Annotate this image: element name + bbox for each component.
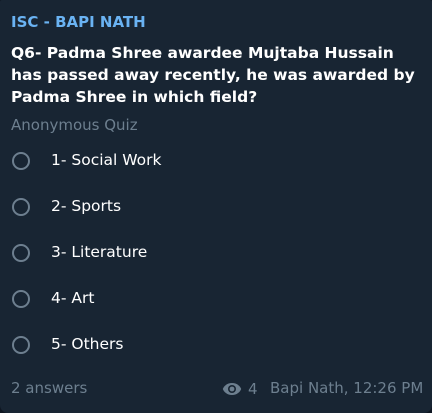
- quiz-option-1[interactable]: 1- Social Work: [0, 144, 432, 184]
- message-bubble: ISC - BAPI NATH Q6- Padma Shree awardee …: [0, 0, 432, 413]
- answers-count[interactable]: 2 answers: [11, 379, 87, 397]
- quiz-option-2[interactable]: 2- Sports: [0, 190, 432, 230]
- quiz-option-3[interactable]: 3- Literature: [0, 236, 432, 276]
- eye-icon: [222, 382, 242, 396]
- radio-circle-icon[interactable]: [12, 336, 30, 354]
- radio-circle-icon[interactable]: [12, 244, 30, 262]
- radio-circle-icon[interactable]: [12, 152, 30, 170]
- quiz-type-label: Anonymous Quiz: [11, 116, 138, 134]
- quiz-option-label: 1- Social Work: [51, 151, 162, 169]
- quiz-option-5[interactable]: 5- Others: [0, 328, 432, 368]
- author-timestamp: Bapi Nath, 12:26 PM: [270, 379, 424, 397]
- channel-name[interactable]: ISC - BAPI NATH: [11, 13, 146, 31]
- quiz-option-label: 5- Others: [51, 335, 124, 353]
- radio-circle-icon[interactable]: [12, 198, 30, 216]
- quiz-option-label: 2- Sports: [51, 197, 122, 215]
- quiz-option-label: 4- Art: [51, 289, 95, 307]
- views-indicator: 4: [222, 380, 258, 398]
- quiz-option-4[interactable]: 4- Art: [0, 282, 432, 322]
- views-count: 4: [248, 380, 258, 398]
- quiz-option-label: 3- Literature: [51, 243, 148, 261]
- radio-circle-icon[interactable]: [12, 290, 30, 308]
- quiz-question: Q6- Padma Shree awardee Mujtaba Hussain …: [11, 44, 415, 106]
